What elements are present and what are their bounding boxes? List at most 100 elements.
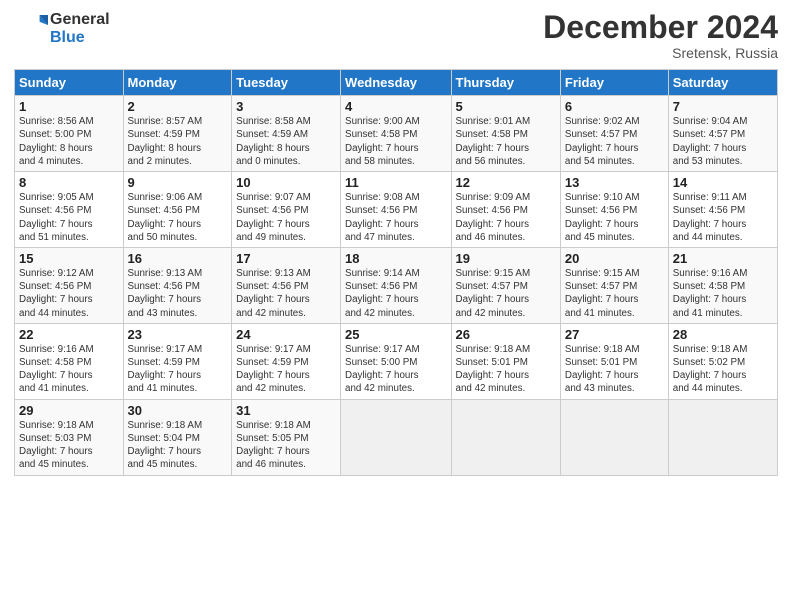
day-number: 3 [236,99,336,114]
day-info: Sunrise: 9:17 AMSunset: 4:59 PMDaylight:… [236,343,336,396]
calendar-cell: 29Sunrise: 9:18 AMSunset: 5:03 PMDayligh… [15,399,124,475]
calendar-week-2: 8Sunrise: 9:05 AMSunset: 4:56 PMDaylight… [15,172,778,248]
calendar-cell: 27Sunrise: 9:18 AMSunset: 5:01 PMDayligh… [560,323,668,399]
day-number: 7 [673,99,773,114]
calendar-cell: 16Sunrise: 9:13 AMSunset: 4:56 PMDayligh… [123,247,232,323]
day-info: Sunrise: 9:17 AMSunset: 5:00 PMDaylight:… [345,343,446,396]
day-number: 12 [456,175,556,190]
page-subtitle: Sretensk, Russia [543,45,778,61]
calendar-cell: 9Sunrise: 9:06 AMSunset: 4:56 PMDaylight… [123,172,232,248]
day-info: Sunrise: 9:16 AMSunset: 4:58 PMDaylight:… [673,267,773,320]
day-info: Sunrise: 9:10 AMSunset: 4:56 PMDaylight:… [565,191,664,244]
calendar-cell: 6Sunrise: 9:02 AMSunset: 4:57 PMDaylight… [560,96,668,172]
day-number: 4 [345,99,446,114]
logo-line2: Blue [50,29,110,47]
logo: General Blue [14,10,110,47]
page-title: December 2024 [543,10,778,45]
day-number: 11 [345,175,446,190]
calendar-cell: 24Sunrise: 9:17 AMSunset: 4:59 PMDayligh… [232,323,341,399]
calendar-cell: 26Sunrise: 9:18 AMSunset: 5:01 PMDayligh… [451,323,560,399]
day-number: 1 [19,99,119,114]
day-info: Sunrise: 9:18 AMSunset: 5:03 PMDaylight:… [19,419,119,472]
calendar-cell: 13Sunrise: 9:10 AMSunset: 4:56 PMDayligh… [560,172,668,248]
calendar-cell: 31Sunrise: 9:18 AMSunset: 5:05 PMDayligh… [232,399,341,475]
calendar-cell: 11Sunrise: 9:08 AMSunset: 4:56 PMDayligh… [341,172,451,248]
calendar-table: Sunday Monday Tuesday Wednesday Thursday… [14,69,778,475]
calendar-week-1: 1Sunrise: 8:56 AMSunset: 5:00 PMDaylight… [15,96,778,172]
day-number: 14 [673,175,773,190]
calendar-cell: 12Sunrise: 9:09 AMSunset: 4:56 PMDayligh… [451,172,560,248]
calendar-cell: 4Sunrise: 9:00 AMSunset: 4:58 PMDaylight… [341,96,451,172]
calendar-cell: 20Sunrise: 9:15 AMSunset: 4:57 PMDayligh… [560,247,668,323]
day-number: 22 [19,327,119,342]
page-container: General Blue December 2024 Sretensk, Rus… [0,0,792,486]
col-sunday: Sunday [15,70,124,96]
calendar-cell: 14Sunrise: 9:11 AMSunset: 4:56 PMDayligh… [668,172,777,248]
day-info: Sunrise: 9:08 AMSunset: 4:56 PMDaylight:… [345,191,446,244]
col-friday: Friday [560,70,668,96]
day-info: Sunrise: 9:18 AMSunset: 5:02 PMDaylight:… [673,343,773,396]
day-info: Sunrise: 9:02 AMSunset: 4:57 PMDaylight:… [565,115,664,168]
calendar-cell: 23Sunrise: 9:17 AMSunset: 4:59 PMDayligh… [123,323,232,399]
day-info: Sunrise: 8:57 AMSunset: 4:59 PMDaylight:… [128,115,228,168]
day-number: 13 [565,175,664,190]
day-info: Sunrise: 9:17 AMSunset: 4:59 PMDaylight:… [128,343,228,396]
calendar-cell: 28Sunrise: 9:18 AMSunset: 5:02 PMDayligh… [668,323,777,399]
day-number: 2 [128,99,228,114]
day-number: 26 [456,327,556,342]
calendar-cell: 8Sunrise: 9:05 AMSunset: 4:56 PMDaylight… [15,172,124,248]
day-number: 20 [565,251,664,266]
calendar-cell: 19Sunrise: 9:15 AMSunset: 4:57 PMDayligh… [451,247,560,323]
day-info: Sunrise: 9:07 AMSunset: 4:56 PMDaylight:… [236,191,336,244]
day-info: Sunrise: 9:09 AMSunset: 4:56 PMDaylight:… [456,191,556,244]
col-saturday: Saturday [668,70,777,96]
col-thursday: Thursday [451,70,560,96]
day-number: 24 [236,327,336,342]
calendar-cell: 3Sunrise: 8:58 AMSunset: 4:59 AMDaylight… [232,96,341,172]
calendar-week-3: 15Sunrise: 9:12 AMSunset: 4:56 PMDayligh… [15,247,778,323]
day-info: Sunrise: 9:04 AMSunset: 4:57 PMDaylight:… [673,115,773,168]
day-number: 15 [19,251,119,266]
col-tuesday: Tuesday [232,70,341,96]
calendar-cell [451,399,560,475]
calendar-cell: 7Sunrise: 9:04 AMSunset: 4:57 PMDaylight… [668,96,777,172]
calendar-cell [668,399,777,475]
day-info: Sunrise: 9:13 AMSunset: 4:56 PMDaylight:… [128,267,228,320]
day-number: 17 [236,251,336,266]
day-info: Sunrise: 9:06 AMSunset: 4:56 PMDaylight:… [128,191,228,244]
day-info: Sunrise: 9:05 AMSunset: 4:56 PMDaylight:… [19,191,119,244]
day-info: Sunrise: 9:18 AMSunset: 5:01 PMDaylight:… [565,343,664,396]
day-number: 19 [456,251,556,266]
header: General Blue December 2024 Sretensk, Rus… [14,10,778,61]
day-info: Sunrise: 9:13 AMSunset: 4:56 PMDaylight:… [236,267,336,320]
day-number: 25 [345,327,446,342]
day-number: 6 [565,99,664,114]
day-number: 9 [128,175,228,190]
logo-line1: General [50,11,110,29]
day-info: Sunrise: 9:15 AMSunset: 4:57 PMDaylight:… [456,267,556,320]
calendar-cell: 2Sunrise: 8:57 AMSunset: 4:59 PMDaylight… [123,96,232,172]
day-info: Sunrise: 9:14 AMSunset: 4:56 PMDaylight:… [345,267,446,320]
day-number: 8 [19,175,119,190]
day-number: 30 [128,403,228,418]
day-number: 18 [345,251,446,266]
calendar-cell: 18Sunrise: 9:14 AMSunset: 4:56 PMDayligh… [341,247,451,323]
calendar-cell: 30Sunrise: 9:18 AMSunset: 5:04 PMDayligh… [123,399,232,475]
day-info: Sunrise: 8:58 AMSunset: 4:59 AMDaylight:… [236,115,336,168]
day-info: Sunrise: 9:12 AMSunset: 4:56 PMDaylight:… [19,267,119,320]
header-row: Sunday Monday Tuesday Wednesday Thursday… [15,70,778,96]
day-info: Sunrise: 9:16 AMSunset: 4:58 PMDaylight:… [19,343,119,396]
calendar-cell: 25Sunrise: 9:17 AMSunset: 5:00 PMDayligh… [341,323,451,399]
calendar-cell [341,399,451,475]
calendar-week-5: 29Sunrise: 9:18 AMSunset: 5:03 PMDayligh… [15,399,778,475]
day-info: Sunrise: 9:11 AMSunset: 4:56 PMDaylight:… [673,191,773,244]
day-info: Sunrise: 9:00 AMSunset: 4:58 PMDaylight:… [345,115,446,168]
day-number: 27 [565,327,664,342]
day-info: Sunrise: 9:18 AMSunset: 5:05 PMDaylight:… [236,419,336,472]
day-info: Sunrise: 8:56 AMSunset: 5:00 PMDaylight:… [19,115,119,168]
calendar-cell: 21Sunrise: 9:16 AMSunset: 4:58 PMDayligh… [668,247,777,323]
calendar-cell: 5Sunrise: 9:01 AMSunset: 4:58 PMDaylight… [451,96,560,172]
calendar-cell [560,399,668,475]
day-info: Sunrise: 9:15 AMSunset: 4:57 PMDaylight:… [565,267,664,320]
calendar-cell: 15Sunrise: 9:12 AMSunset: 4:56 PMDayligh… [15,247,124,323]
